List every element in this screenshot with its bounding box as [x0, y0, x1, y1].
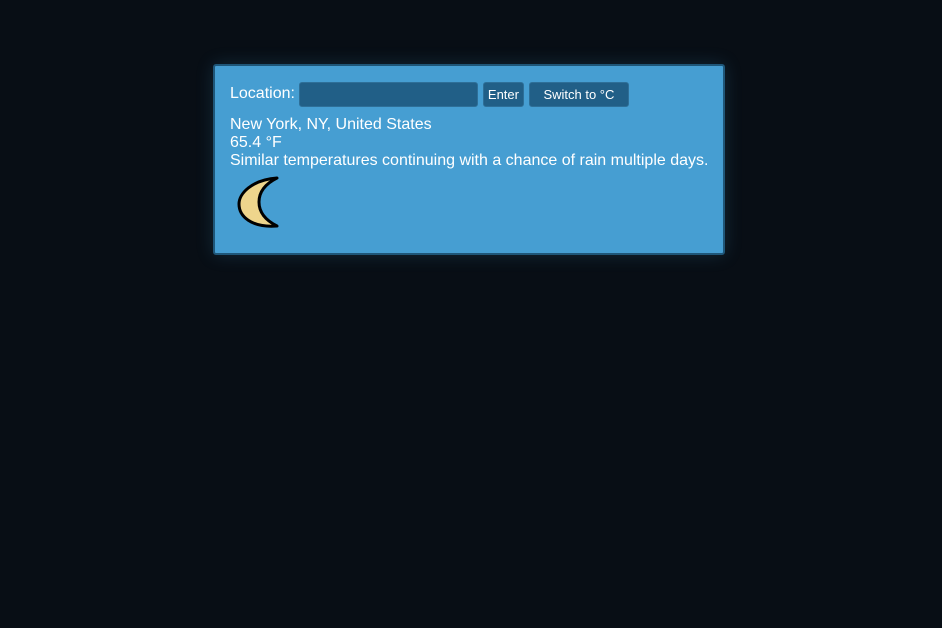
location-label: Location:: [230, 85, 295, 102]
forecast-text: Similar temperatures continuing with a c…: [230, 152, 709, 169]
temperature-value: 65.4 °F: [230, 134, 282, 151]
location-input[interactable]: [298, 81, 478, 107]
switch-unit-button[interactable]: Switch to °C: [528, 81, 629, 107]
moon-icon: [237, 176, 279, 228]
weather-card: Location: Enter Switch to °C New York, N…: [213, 64, 725, 255]
search-row: Location: Enter Switch to °C: [230, 81, 629, 107]
location-name: New York, NY, United States: [230, 116, 432, 133]
enter-button[interactable]: Enter: [482, 81, 524, 107]
weather-info: New York, NY, United States 65.4 °F Simi…: [230, 116, 708, 170]
